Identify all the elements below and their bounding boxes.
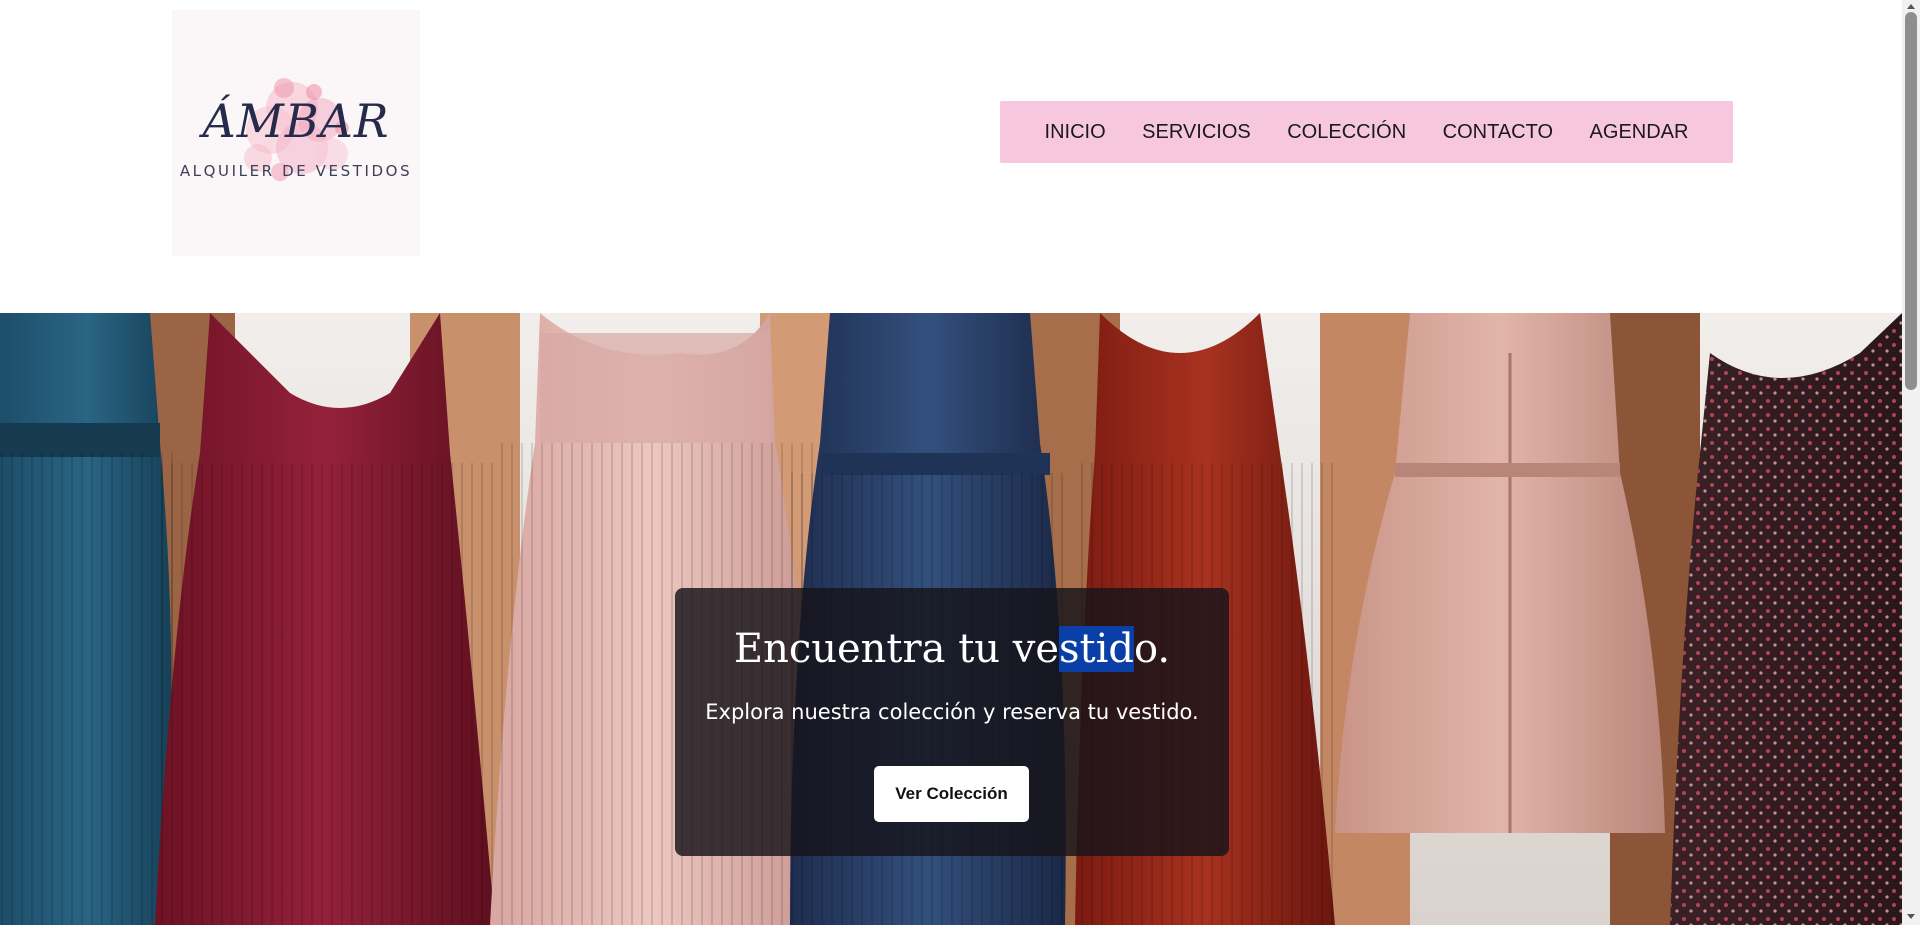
site-header: ÁMBAR ALQUILER DE VESTIDOS INICIO SERVIC… xyxy=(0,0,1902,313)
headline-selected-text: stid xyxy=(1059,626,1135,672)
main-nav: INICIO SERVICIOS COLECCIÓN CONTACTO AGEN… xyxy=(1000,101,1733,163)
brand-title: ÁMBAR xyxy=(202,94,390,148)
scroll-down-arrow-icon[interactable] xyxy=(1907,914,1915,919)
scroll-up-arrow-icon[interactable] xyxy=(1907,4,1915,9)
headline-text-end: o. xyxy=(1134,626,1171,672)
nav-item-contacto[interactable]: CONTACTO xyxy=(1443,121,1553,144)
brand-logo[interactable]: ÁMBAR ALQUILER DE VESTIDOS xyxy=(172,10,420,256)
hero-headline: Encuentra tu vestido. xyxy=(675,626,1229,672)
nav-item-inicio[interactable]: INICIO xyxy=(1045,121,1106,144)
headline-text-start: Encuentra tu ve xyxy=(733,626,1060,672)
view-collection-button[interactable]: Ver Colección xyxy=(874,766,1029,822)
hero-section: Encuentra tu vestido. Explora nuestra co… xyxy=(0,313,1902,925)
vertical-scrollbar[interactable] xyxy=(1902,0,1920,925)
scrollbar-thumb[interactable] xyxy=(1905,12,1917,390)
nav-item-agendar[interactable]: AGENDAR xyxy=(1590,121,1689,144)
hero-subheading: Explora nuestra colección y reserva tu v… xyxy=(705,700,1199,724)
nav-item-coleccion[interactable]: COLECCIÓN xyxy=(1287,121,1406,144)
hero-overlay-card: Encuentra tu vestido. Explora nuestra co… xyxy=(675,588,1229,856)
page: ÁMBAR ALQUILER DE VESTIDOS INICIO SERVIC… xyxy=(0,0,1920,925)
brand-subtitle: ALQUILER DE VESTIDOS xyxy=(179,162,413,180)
nav-item-servicios[interactable]: SERVICIOS xyxy=(1142,121,1251,144)
